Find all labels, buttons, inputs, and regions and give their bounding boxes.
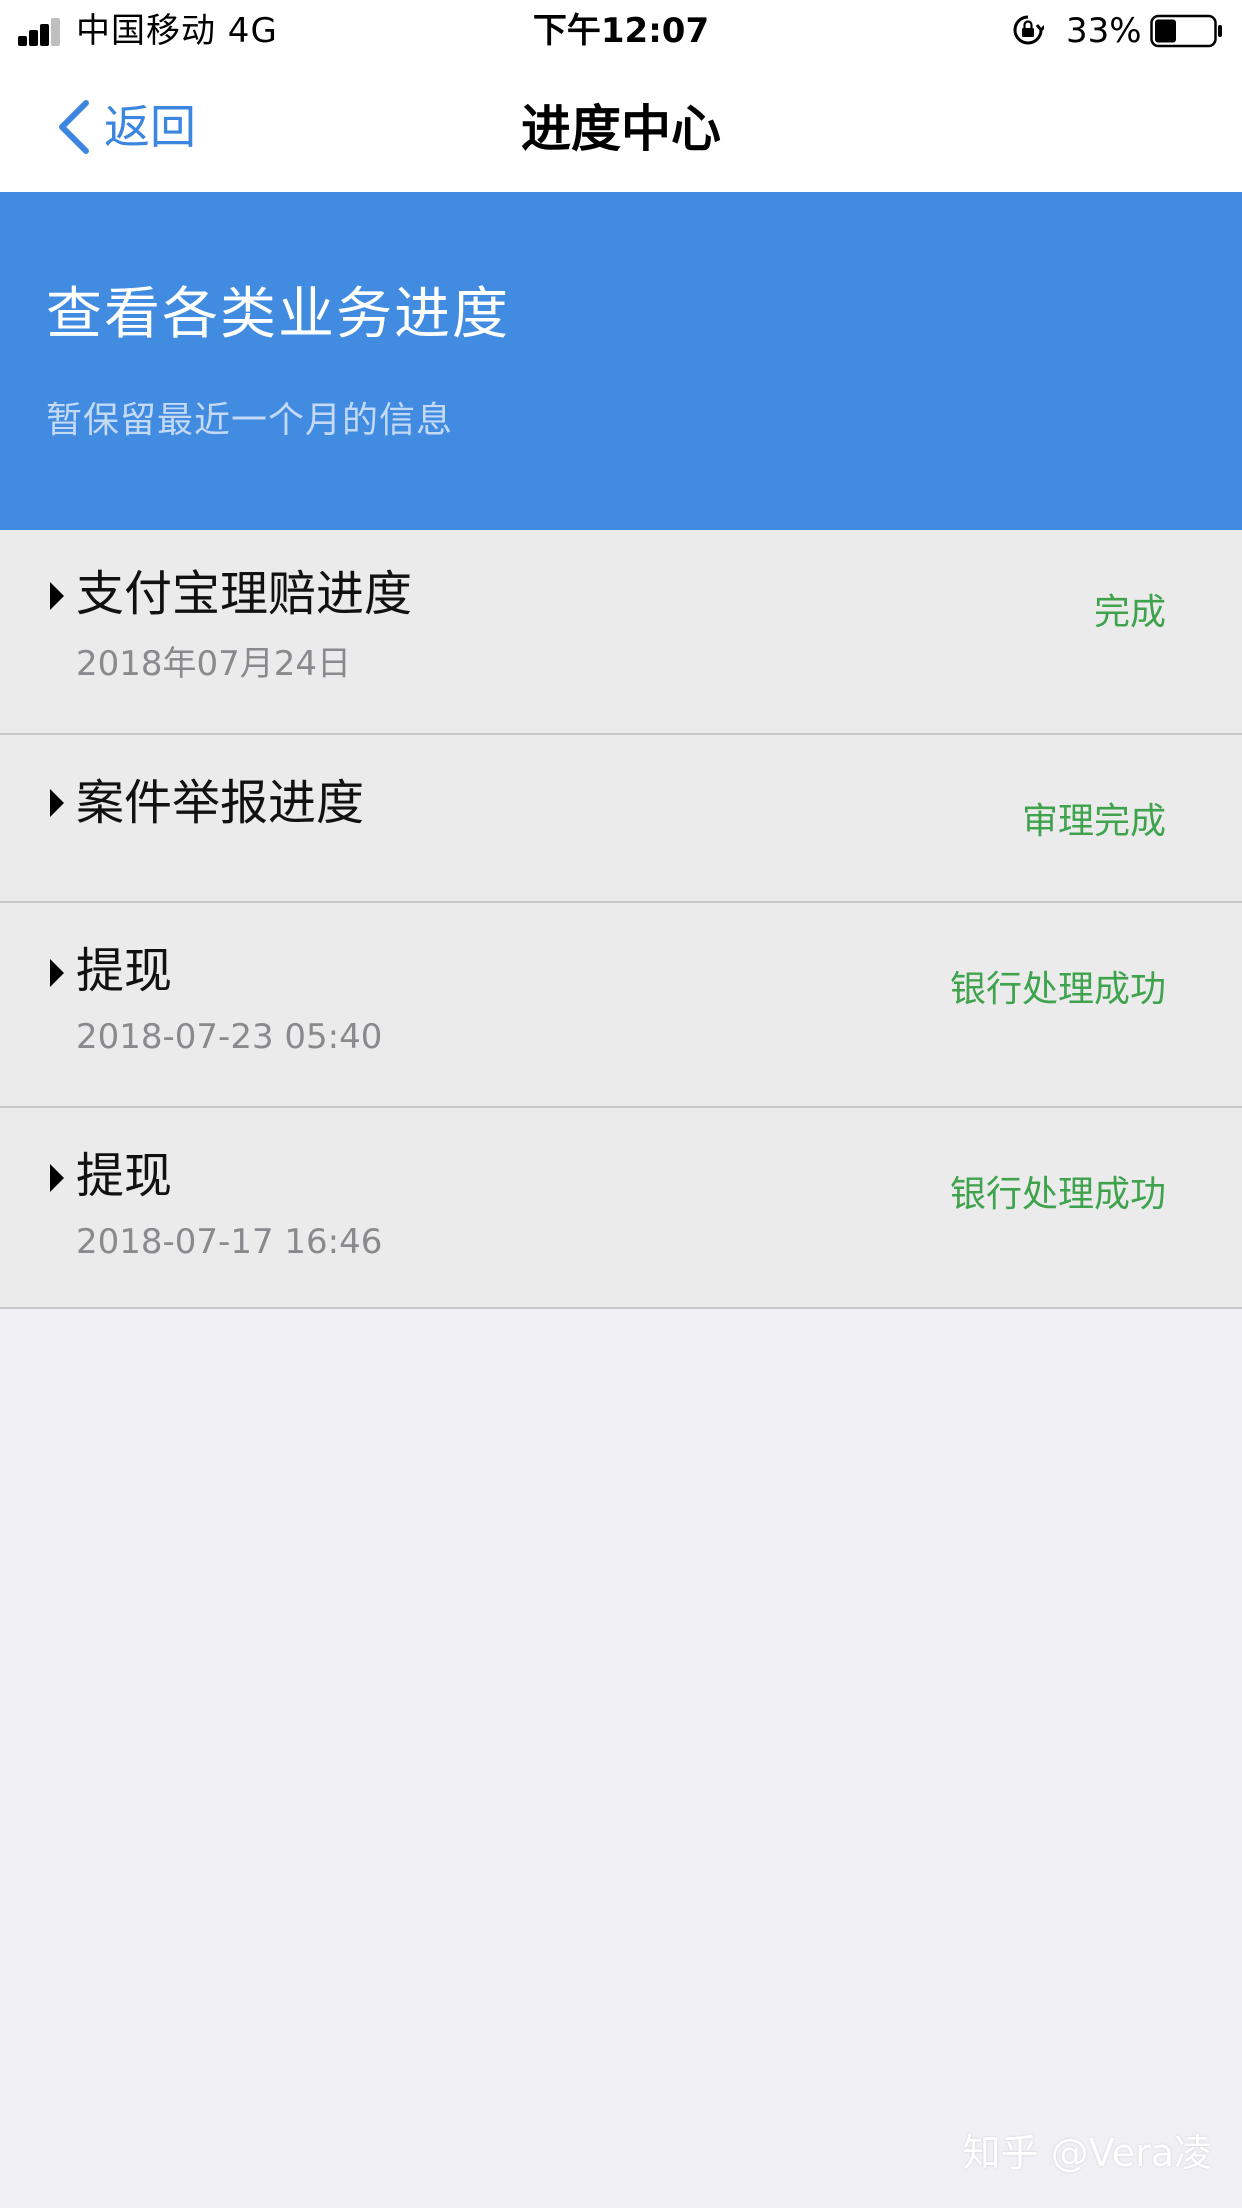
- battery-percent: 33%: [1066, 11, 1142, 51]
- list-item[interactable]: 支付宝理赔进度 2018年07月24日 完成: [0, 530, 1242, 735]
- hero-banner: 查看各类业务进度 暂保留最近一个月的信息: [0, 192, 1242, 530]
- item-date: 2018年07月24日: [76, 644, 352, 684]
- status-bar: 中国移动 4G 下午12:07 33%: [0, 0, 1242, 62]
- page-title: 进度中心: [521, 100, 721, 158]
- hero-subtitle: 暂保留最近一个月的信息: [46, 400, 454, 441]
- item-title: 案件举报进度: [76, 775, 365, 831]
- item-status: 银行处理成功: [949, 969, 1166, 1010]
- orientation-lock-icon: [1013, 15, 1044, 45]
- item-title: 提现: [76, 1148, 173, 1204]
- item-date: 2018-07-17 16:46: [76, 1222, 383, 1262]
- item-status: 审理完成: [1021, 801, 1166, 842]
- caret-right-icon: [50, 789, 64, 817]
- item-status: 银行处理成功: [949, 1174, 1166, 1215]
- status-time: 下午12:07: [532, 11, 710, 51]
- item-status: 完成: [1093, 592, 1166, 633]
- progress-list: 支付宝理赔进度 2018年07月24日 完成 案件举报进度 审理完成 提现 20…: [0, 530, 1242, 1309]
- navigation-bar: 返回 进度中心: [0, 62, 1242, 192]
- item-title: 提现: [76, 943, 173, 999]
- item-title: 支付宝理赔进度: [76, 566, 413, 622]
- battery-icon: [1150, 14, 1222, 48]
- caret-right-icon: [50, 959, 64, 987]
- list-item[interactable]: 提现 2018-07-23 05:40 银行处理成功: [0, 903, 1242, 1108]
- caret-right-icon: [50, 1164, 64, 1192]
- list-item[interactable]: 案件举报进度 审理完成: [0, 735, 1242, 903]
- watermark: 知乎 @Vera凌: [962, 2131, 1212, 2175]
- hero-title: 查看各类业务进度: [46, 282, 510, 347]
- caret-right-icon: [50, 582, 64, 610]
- list-item[interactable]: 提现 2018-07-17 16:46 银行处理成功: [0, 1108, 1242, 1309]
- item-date: 2018-07-23 05:40: [76, 1017, 383, 1057]
